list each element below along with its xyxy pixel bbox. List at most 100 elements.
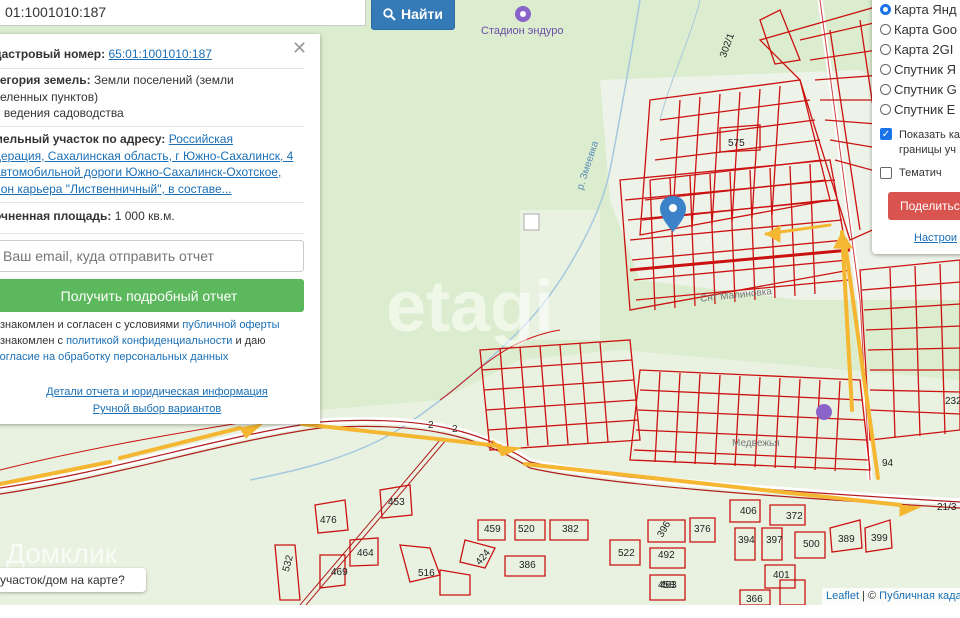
checkbox-checked[interactable]: ✓: [880, 128, 892, 140]
layer-option-label: Карта 2GI: [894, 41, 954, 57]
layer-option[interactable]: Спутник G: [880, 80, 957, 98]
area-value: 1 000 кв.м.: [114, 209, 175, 223]
map-attribution: Leaflet | © Публичная када: [822, 588, 960, 605]
category-value-line1: Земли поселений (земли: [93, 73, 234, 87]
layer-option[interactable]: Спутник E: [880, 100, 955, 118]
cadastral-number-link[interactable]: 65:01:1001010:187: [108, 47, 211, 61]
parcel-number-label: 21/3: [937, 502, 957, 513]
parcel-number-label: 459: [484, 524, 501, 535]
layer-switcher-panel: Карта Янд Карта Goo Карта 2GI Спутник Я Спут…: [872, 0, 960, 254]
road-label: 2: [452, 424, 458, 435]
stadium-icon: [515, 6, 531, 22]
parcel-number-label: 492: [658, 550, 675, 561]
consent-line-3: согласие на обработку персональных данны…: [0, 349, 304, 365]
search-button[interactable]: Найти: [371, 0, 455, 30]
parcel-number-label: 575: [728, 138, 745, 149]
address-label: мельный участок по адресу:: [0, 132, 166, 146]
layer-option-label: Карта Янд: [894, 1, 957, 17]
parcel-number-label: 463: [660, 580, 677, 591]
cadastral-label: дастровый номер:: [0, 47, 106, 61]
share-button[interactable]: Поделитьс: [888, 192, 960, 220]
parcel-number-label: 372: [786, 511, 803, 522]
consent-line-1: ознакомлен и согласен с условиями публич…: [0, 317, 304, 333]
report-details-link[interactable]: Детали отчета и юридическая информация: [0, 386, 320, 398]
show-borders-toggle[interactable]: ✓ Показать ка границы уч: [880, 128, 960, 160]
parcel-number-label: 366: [746, 594, 763, 605]
broken-image: [523, 213, 540, 231]
cadastral-row: дастровый номер: 65:01:1001010:187: [0, 46, 304, 63]
stadium-label: Стадион эндуро: [481, 25, 564, 37]
parcel-number-label: 464: [357, 548, 374, 559]
area-label: очненная площадь:: [0, 209, 112, 223]
layer-option-label: Спутник E: [894, 101, 956, 117]
checkbox-unchecked[interactable]: [880, 167, 892, 179]
consent-line-2: ознакомлен с политикой конфиденциальност…: [0, 333, 304, 349]
street-label-2: Медвежья: [732, 438, 780, 449]
leaflet-link[interactable]: Leaflet: [826, 590, 859, 602]
divider: [0, 202, 304, 203]
watermark-etagi: etagi: [386, 267, 555, 347]
parcel-number-label: 500: [803, 539, 820, 550]
radio-unselected[interactable]: [880, 23, 891, 35]
parcel-number-label: 401: [773, 570, 790, 581]
divider: [0, 68, 304, 69]
layer-option[interactable]: Карта Янд: [880, 0, 957, 18]
layer-option[interactable]: Карта Goo: [880, 20, 957, 38]
address-link-line3[interactable]: автомобильной дороги Южно-Сахалинск-Охот…: [0, 165, 281, 179]
layer-option-label: Спутник G: [894, 81, 957, 97]
parcel-number-label: 399: [871, 533, 888, 544]
category-label: тегория земель:: [0, 73, 91, 87]
category-row: тегория земель: Земли поселений (земли с…: [0, 72, 304, 122]
radio-unselected[interactable]: [880, 83, 891, 95]
area-row: очненная площадь: 1 000 кв.м.: [0, 208, 304, 225]
address-link-line4[interactable]: йон карьера "Лиственничный", в составе..…: [0, 182, 232, 196]
parcel-number-label: 389: [838, 534, 855, 545]
consent-text: ознакомлен с: [0, 335, 67, 347]
consent-text: ознакомлен и согласен с условиями: [0, 319, 183, 331]
data-processing-link[interactable]: согласие на обработку персональных данны…: [0, 351, 228, 363]
parcel-number-label: 406: [740, 506, 757, 517]
privacy-policy-link[interactable]: политикой конфиденциальности: [66, 335, 232, 347]
address-link-line1[interactable]: Российская: [169, 132, 233, 146]
address-row: мельный участок по адресу: Российская де…: [0, 131, 304, 197]
parcel-number-label: 397: [766, 535, 783, 546]
search-input[interactable]: [0, 0, 366, 26]
parcel-number-label: 382: [562, 524, 579, 535]
parcel-number-label: 469: [331, 567, 348, 578]
show-borders-label-line2: границы уч: [899, 144, 956, 156]
thematic-label: Тематич: [899, 166, 942, 179]
parcel-number-label: 394: [738, 535, 755, 546]
radio-unselected[interactable]: [880, 63, 891, 75]
category-value-line2: селенных пунктов): [0, 89, 99, 104]
thematic-toggle[interactable]: Тематич: [880, 164, 942, 182]
email-field[interactable]: [0, 240, 304, 272]
parcel-number-label: 520: [518, 524, 535, 535]
manual-selection-link[interactable]: Ручной выбор вариантов: [0, 403, 320, 415]
radio-selected[interactable]: [880, 3, 891, 15]
radio-unselected[interactable]: [880, 103, 891, 115]
attribution-separator: | ©: [859, 590, 880, 602]
poi-icon: [816, 404, 832, 420]
layer-option-label: Карта Goo: [894, 21, 957, 37]
search-icon: [383, 7, 396, 21]
divider: [0, 126, 304, 127]
consent-text: и даю: [232, 335, 266, 347]
question-bubble[interactable]: участок/дом на карте?: [0, 568, 146, 592]
radio-unselected[interactable]: [880, 43, 891, 55]
parcel-info-panel: ✕ дастровый номер: 65:01:1001010:187 тег…: [0, 34, 320, 424]
get-report-button[interactable]: Получить подробный отчет: [0, 279, 304, 312]
show-borders-label-line1: Показать ка: [899, 129, 960, 141]
layer-option[interactable]: Спутник Я: [880, 60, 956, 78]
search-button-label: Найти: [401, 6, 443, 22]
layer-option[interactable]: Карта 2GI: [880, 40, 953, 58]
address-link-line2[interactable]: дерация, Сахалинская область, г Южно-Сах…: [0, 149, 293, 163]
divider: [0, 233, 304, 234]
offer-link[interactable]: публичной оферты: [182, 319, 279, 331]
layer-option-label: Спутник Я: [894, 61, 957, 77]
source-link[interactable]: Публичная када: [879, 590, 960, 602]
parcel-number-label: 522: [618, 548, 635, 559]
settings-link[interactable]: Настрои: [914, 232, 957, 244]
category-value-line3: я ведения садоводства: [0, 106, 124, 120]
parcel-number-label: 94: [882, 458, 894, 469]
parcel-number-label: 232: [945, 396, 960, 407]
